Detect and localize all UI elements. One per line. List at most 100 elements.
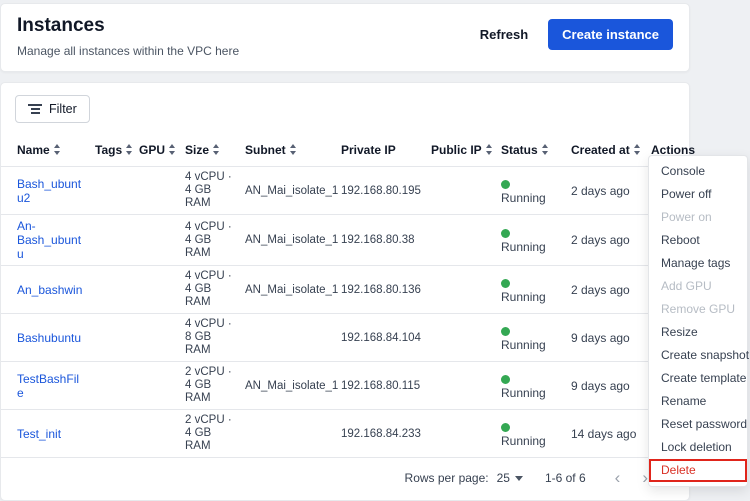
instance-name-link[interactable]: An_bashwin <box>17 283 82 297</box>
created-at-cell: 14 days ago <box>565 410 645 458</box>
menu-item-delete[interactable]: Delete <box>649 459 747 482</box>
instance-name-link[interactable]: Bashubuntu <box>17 331 81 345</box>
subnet-cell <box>239 314 335 362</box>
status-cell: Running <box>495 167 565 215</box>
sort-icon <box>290 144 297 155</box>
filter-button[interactable]: Filter <box>15 95 90 123</box>
table-row: An_bashwin 4 vCPU · 4 GB RAM AN_Mai_isol… <box>1 266 689 314</box>
status-dot <box>501 180 510 189</box>
header-actions: Refresh Create instance <box>470 19 673 50</box>
status-dot <box>501 423 510 432</box>
menu-item-reset-password[interactable]: Reset password <box>649 413 747 436</box>
sort-icon <box>54 144 61 155</box>
public-ip-cell <box>425 410 495 458</box>
size-cell: 2 vCPU · 4 GB RAM <box>179 362 239 410</box>
size-cell: 4 vCPU · 4 GB RAM <box>179 215 239 266</box>
menu-item-create-template[interactable]: Create template <box>649 367 747 390</box>
public-ip-cell <box>425 167 495 215</box>
column-header-public-ip[interactable]: Public IP <box>425 135 495 167</box>
public-ip-cell <box>425 314 495 362</box>
rows-per-page-label: Rows per page: <box>405 471 489 485</box>
status-cell: Running <box>495 266 565 314</box>
subnet-cell: AN_Mai_isolate_1 <box>239 362 335 410</box>
chevron-down-icon <box>515 476 523 481</box>
status-label: Running <box>501 434 546 448</box>
instance-name-link[interactable]: Test_init <box>17 427 61 441</box>
status-label: Running <box>501 240 546 254</box>
gpu-cell <box>133 167 179 215</box>
pagination-range: 1-6 of 6 <box>545 471 586 485</box>
private-ip-cell: 192.168.84.233 <box>335 410 425 458</box>
menu-item-lock-deletion[interactable]: Lock deletion <box>649 436 747 459</box>
name-cell: Bash_ubuntu2 <box>1 167 89 215</box>
table-row: Bash_ubuntu2 4 vCPU · 4 GB RAM AN_Mai_is… <box>1 167 689 215</box>
refresh-button[interactable]: Refresh <box>470 20 538 49</box>
size-cell: 2 vCPU · 4 GB RAM <box>179 410 239 458</box>
instance-name-link[interactable]: An-Bash_ubuntu <box>17 219 81 261</box>
gpu-cell <box>133 215 179 266</box>
status-label: Running <box>501 191 546 205</box>
tags-cell <box>89 314 133 362</box>
column-header-private-ip[interactable]: Private IP <box>335 135 425 167</box>
sort-icon <box>126 144 133 155</box>
public-ip-cell <box>425 215 495 266</box>
rows-per-page-select[interactable]: 25 <box>497 471 523 485</box>
menu-item-resize[interactable]: Resize <box>649 321 747 344</box>
status-dot <box>501 229 510 238</box>
created-at-cell: 2 days ago <box>565 167 645 215</box>
row-actions-menu: Console Power off Power on Reboot Manage… <box>648 155 748 487</box>
column-header-subnet[interactable]: Subnet <box>239 135 335 167</box>
column-header-tags[interactable]: Tags <box>89 135 133 167</box>
column-header-created-at[interactable]: Created at <box>565 135 645 167</box>
name-cell: TestBashFile <box>1 362 89 410</box>
menu-item-manage-tags[interactable]: Manage tags <box>649 252 747 275</box>
created-at-cell: 2 days ago <box>565 266 645 314</box>
subnet-cell: AN_Mai_isolate_1 <box>239 266 335 314</box>
created-at-cell: 9 days ago <box>565 314 645 362</box>
filter-icon <box>28 104 42 114</box>
sort-icon <box>486 144 493 155</box>
table-row: An-Bash_ubuntu 4 vCPU · 4 GB RAM AN_Mai_… <box>1 215 689 266</box>
private-ip-cell: 192.168.80.115 <box>335 362 425 410</box>
menu-item-create-snapshot[interactable]: Create snapshot <box>649 344 747 367</box>
menu-item-rename[interactable]: Rename <box>649 390 747 413</box>
table-row: Test_init 2 vCPU · 4 GB RAM 192.168.84.2… <box>1 410 689 458</box>
status-dot <box>501 279 510 288</box>
gpu-cell <box>133 314 179 362</box>
menu-item-console[interactable]: Console <box>649 160 747 183</box>
size-cell: 4 vCPU · 4 GB RAM <box>179 167 239 215</box>
public-ip-cell <box>425 266 495 314</box>
subnet-cell: AN_Mai_isolate_1 <box>239 167 335 215</box>
page-title: Instances <box>17 15 239 37</box>
status-cell: Running <box>495 410 565 458</box>
size-cell: 4 vCPU · 4 GB RAM <box>179 266 239 314</box>
sort-icon <box>213 144 220 155</box>
sort-icon <box>634 144 641 155</box>
column-header-name[interactable]: Name <box>1 135 89 167</box>
menu-item-power-off[interactable]: Power off <box>649 183 747 206</box>
previous-page-button[interactable]: ‹ <box>608 472 628 484</box>
private-ip-cell: 192.168.84.104 <box>335 314 425 362</box>
header-card: Instances Manage all instances within th… <box>0 3 690 72</box>
rows-per-page-value: 25 <box>497 471 510 485</box>
column-header-status[interactable]: Status <box>495 135 565 167</box>
name-cell: An-Bash_ubuntu <box>1 215 89 266</box>
public-ip-cell <box>425 362 495 410</box>
create-instance-button[interactable]: Create instance <box>548 19 673 50</box>
column-header-size[interactable]: Size <box>179 135 239 167</box>
header-text: Instances Manage all instances within th… <box>17 15 239 58</box>
sort-icon <box>169 144 176 155</box>
table-row: Bashubuntu 4 vCPU · 8 GB RAM 192.168.84.… <box>1 314 689 362</box>
tags-cell <box>89 410 133 458</box>
column-header-gpu[interactable]: GPU <box>133 135 179 167</box>
instances-page: Instances Manage all instances within th… <box>0 0 750 501</box>
instance-name-link[interactable]: Bash_ubuntu2 <box>17 177 81 205</box>
menu-item-remove-gpu: Remove GPU <box>649 298 747 321</box>
tags-cell <box>89 266 133 314</box>
private-ip-cell: 192.168.80.195 <box>335 167 425 215</box>
size-cell: 4 vCPU · 8 GB RAM <box>179 314 239 362</box>
instance-name-link[interactable]: TestBashFile <box>17 372 79 400</box>
status-dot <box>501 375 510 384</box>
menu-item-reboot[interactable]: Reboot <box>649 229 747 252</box>
name-cell: Test_init <box>1 410 89 458</box>
